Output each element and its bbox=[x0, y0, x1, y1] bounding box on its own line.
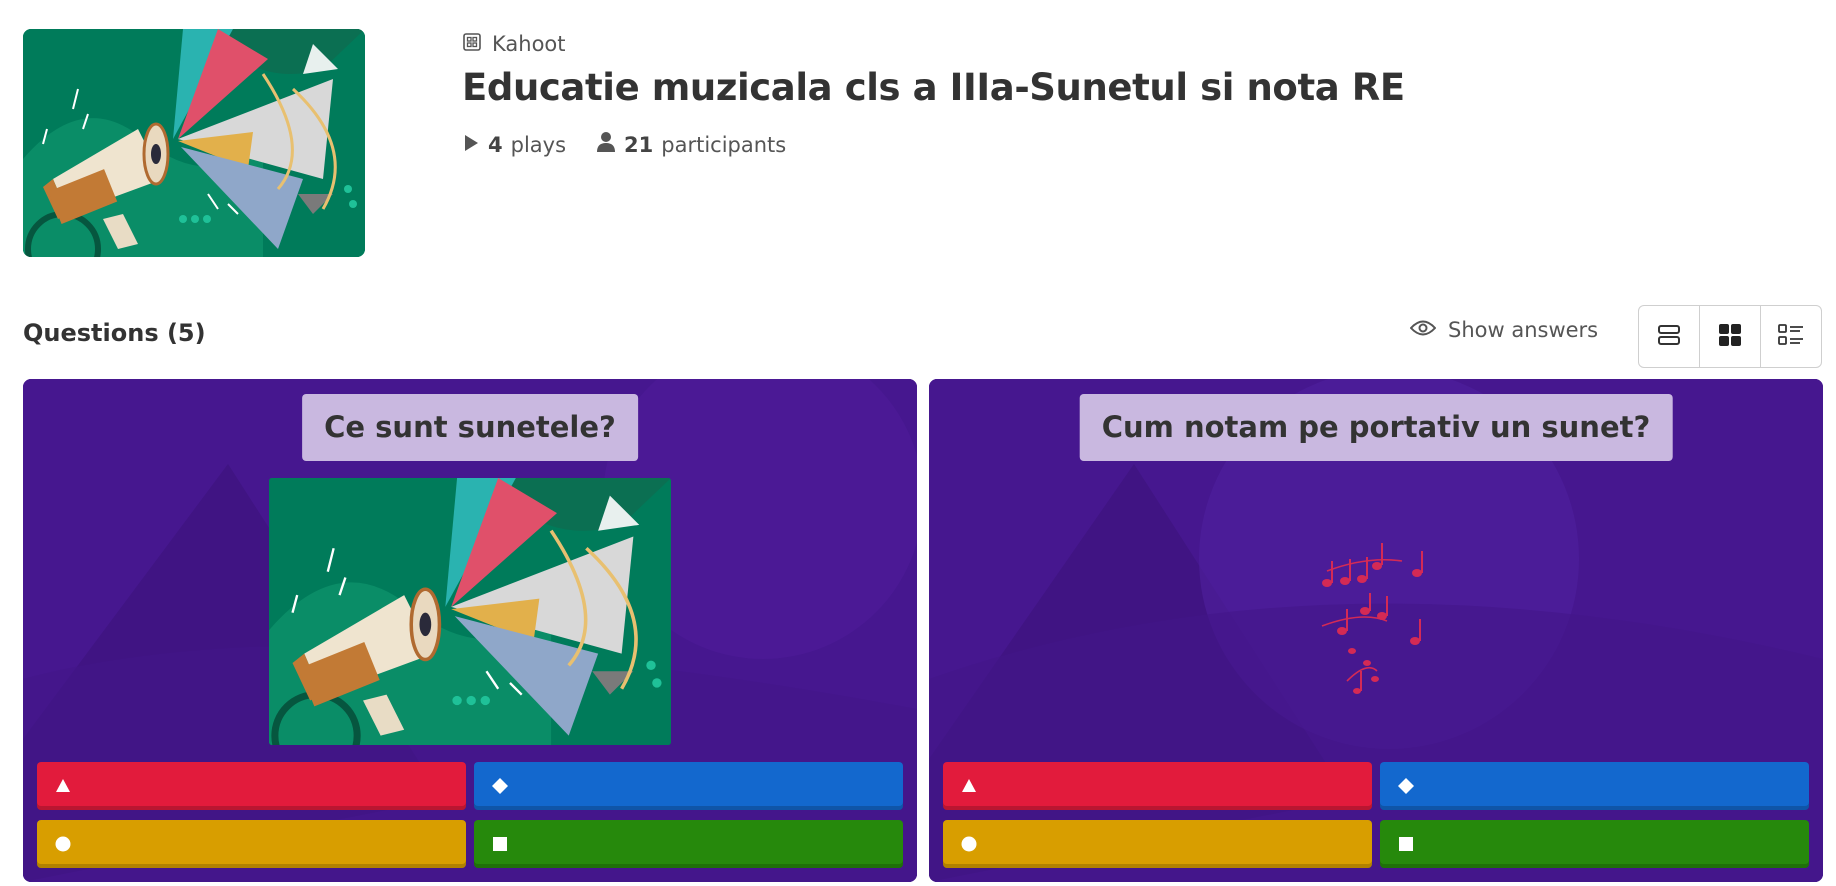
kahoot-cover-image bbox=[23, 29, 365, 257]
answer-grid bbox=[943, 762, 1809, 868]
view-mode-toggle bbox=[1638, 305, 1822, 368]
square-icon bbox=[1399, 837, 1413, 851]
answer-triangle[interactable] bbox=[37, 762, 466, 810]
answer-square[interactable] bbox=[474, 820, 903, 868]
kahoot-grid-icon bbox=[462, 32, 482, 57]
question-image bbox=[269, 478, 671, 745]
music-notes-icon bbox=[1321, 543, 1423, 694]
question-title: Cum notam pe portativ un sunet? bbox=[1079, 394, 1673, 461]
play-icon bbox=[462, 133, 480, 157]
diamond-icon bbox=[1398, 778, 1414, 794]
triangle-icon bbox=[56, 779, 70, 792]
circle-icon bbox=[961, 836, 977, 852]
square-icon bbox=[493, 837, 507, 851]
detail-view-button[interactable] bbox=[1761, 306, 1821, 367]
page-title: Educatie muzicala cls a IIIa-Sunetul si … bbox=[462, 66, 1405, 109]
grid-view-button[interactable] bbox=[1700, 306, 1761, 367]
kahoot-type-label: Kahoot bbox=[492, 32, 566, 56]
plays-count: 4 bbox=[488, 132, 503, 157]
answer-square[interactable] bbox=[1380, 820, 1809, 868]
question-title: Ce sunt sunetele? bbox=[302, 394, 638, 461]
show-answers-button[interactable]: Show answers bbox=[1409, 318, 1599, 342]
circle-icon bbox=[55, 836, 71, 852]
answer-diamond[interactable] bbox=[474, 762, 903, 810]
question-card[interactable]: Cum notam pe portativ un sunet? bbox=[929, 379, 1823, 882]
kahoot-type: Kahoot bbox=[462, 28, 1405, 60]
person-icon bbox=[596, 131, 616, 158]
participants-label: participants bbox=[661, 132, 787, 157]
list-view-button[interactable] bbox=[1639, 306, 1700, 367]
answer-diamond[interactable] bbox=[1380, 762, 1809, 810]
grid-icon bbox=[1718, 323, 1742, 351]
triangle-icon bbox=[962, 779, 976, 792]
participants-stat: 21 participants bbox=[596, 131, 786, 158]
show-answers-label: Show answers bbox=[1448, 318, 1599, 342]
answer-grid bbox=[37, 762, 903, 868]
kahoot-meta: Kahoot Educatie muzicala cls a IIIa-Sune… bbox=[462, 28, 1405, 158]
answer-circle[interactable] bbox=[943, 820, 1372, 868]
answer-triangle[interactable] bbox=[943, 762, 1372, 810]
eye-icon bbox=[1409, 318, 1437, 342]
kahoot-stats: 4 plays 21 participants bbox=[462, 131, 1405, 158]
participants-count: 21 bbox=[624, 132, 654, 157]
rows-icon bbox=[1657, 323, 1681, 351]
questions-heading: Questions (5) bbox=[23, 319, 206, 347]
answer-circle[interactable] bbox=[37, 820, 466, 868]
detail-list-icon bbox=[1778, 323, 1804, 351]
question-card[interactable]: Ce sunt sunetele? bbox=[23, 379, 917, 882]
plays-stat: 4 plays bbox=[462, 133, 566, 157]
diamond-icon bbox=[492, 778, 508, 794]
plays-label: plays bbox=[510, 132, 567, 157]
